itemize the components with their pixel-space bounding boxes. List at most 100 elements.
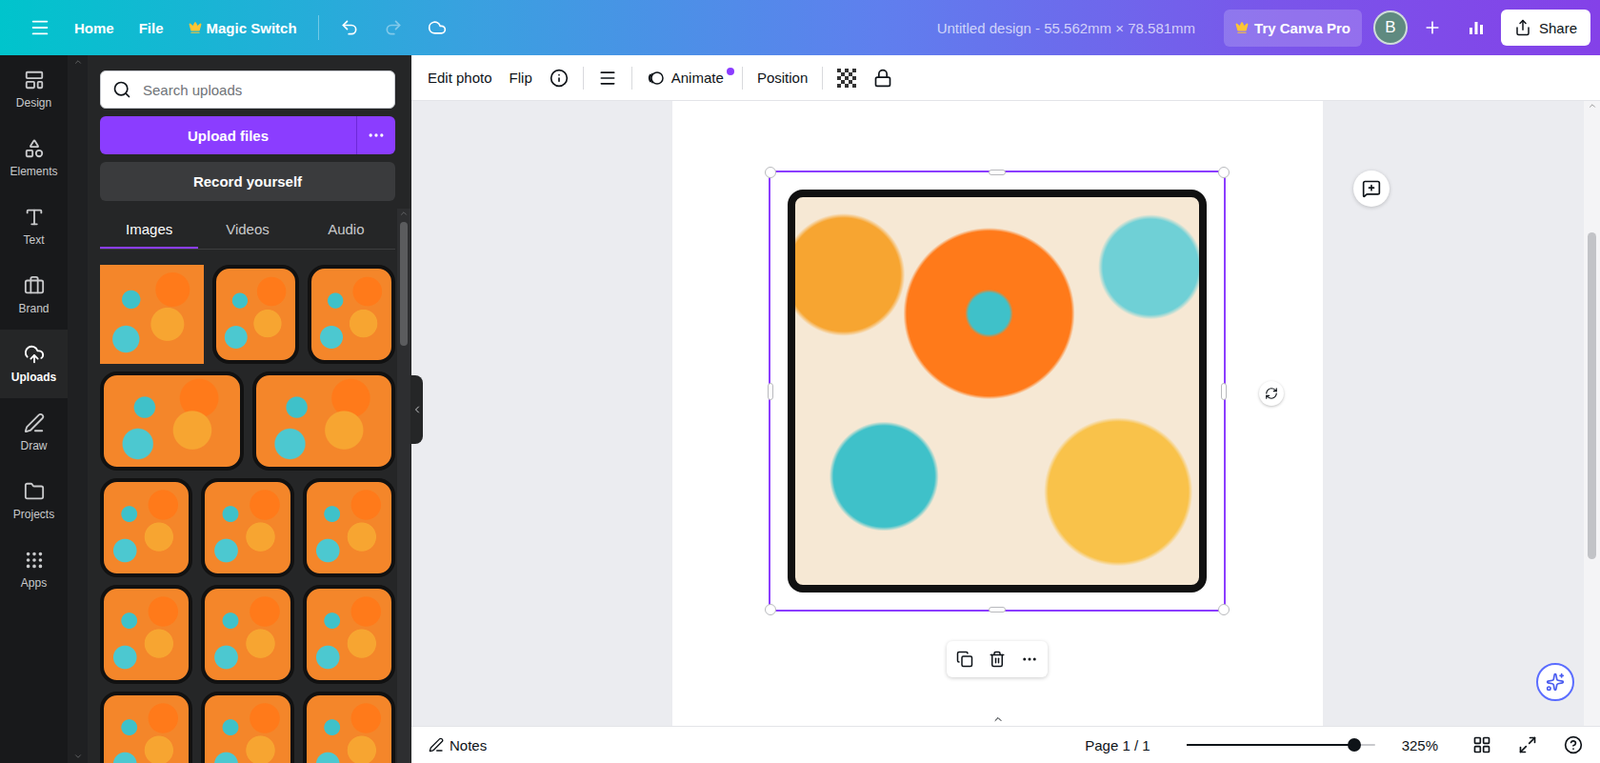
add-comment-button[interactable]: [1353, 170, 1390, 207]
main-menu-button[interactable]: [20, 8, 60, 47]
upload-thumbnail[interactable]: [302, 691, 396, 763]
upload-thumbnail[interactable]: [200, 691, 294, 763]
notes-icon: [428, 737, 444, 753]
info-icon: [549, 68, 569, 88]
rail-item[interactable]: Brand: [0, 260, 68, 330]
design-page[interactable]: [672, 100, 1323, 726]
comment-icon: [1361, 179, 1381, 199]
position-button[interactable]: Position: [750, 62, 815, 93]
transparency-icon: [837, 68, 857, 88]
redo-button[interactable]: [374, 8, 413, 47]
resize-handle[interactable]: [764, 603, 777, 616]
insights-icon: [1466, 18, 1486, 38]
share-button[interactable]: Share: [1500, 9, 1591, 46]
save-status-button[interactable]: [418, 8, 457, 47]
info-button[interactable]: [542, 61, 576, 95]
zoom-slider-thumb[interactable]: [1347, 738, 1361, 752]
resize-handle[interactable]: [1218, 603, 1230, 616]
resize-handle[interactable]: [764, 166, 777, 179]
resize-handle[interactable]: [988, 169, 1006, 176]
invite-button[interactable]: [1413, 8, 1452, 47]
user-avatar[interactable]: B: [1373, 10, 1408, 45]
media-tab[interactable]: Images: [100, 213, 199, 249]
grid-icon: [1472, 735, 1492, 755]
upload-thumbnail[interactable]: [100, 584, 193, 684]
duplicate-button[interactable]: [949, 643, 980, 675]
grid-view-button[interactable]: [1462, 725, 1501, 763]
upload-thumbnail[interactable]: [212, 264, 300, 364]
scroll-up-icon: [399, 208, 409, 219]
upload-thumbnail[interactable]: [307, 264, 396, 364]
rail-scrollbar[interactable]: [67, 55, 88, 763]
rail-item[interactable]: Projects: [0, 466, 68, 536]
zoom-level[interactable]: 325%: [1401, 737, 1439, 754]
delete-button[interactable]: [981, 643, 1013, 675]
try-pro-button[interactable]: Try Canva Pro: [1223, 9, 1362, 47]
design-title[interactable]: Untitled design - 55.562mm × 78.581mm: [937, 20, 1196, 37]
resize-handle[interactable]: [1218, 166, 1230, 179]
rail-item[interactable]: Design: [0, 55, 68, 124]
search-input[interactable]: [140, 80, 383, 100]
fullscreen-icon: [1518, 735, 1538, 755]
resize-handle[interactable]: [988, 606, 1006, 613]
rail-item[interactable]: Apps: [0, 535, 68, 604]
resize-handle[interactable]: [767, 382, 774, 400]
new-badge: [726, 67, 735, 76]
side-rail: DesignElementsTextBrandUploadsDrawProjec…: [0, 55, 68, 763]
redo-icon: [383, 18, 403, 38]
upload-thumbnail[interactable]: [100, 691, 193, 763]
upload-thumbnail[interactable]: [302, 478, 396, 578]
rail-item[interactable]: Draw: [0, 398, 68, 467]
magic-assistant-button[interactable]: [1536, 662, 1575, 701]
notes-button[interactable]: Notes: [422, 736, 493, 755]
scroll-up-icon: [73, 57, 83, 67]
collapse-panel-button[interactable]: [411, 375, 423, 444]
border-style-button[interactable]: [591, 61, 624, 95]
rail-icon: [23, 275, 45, 297]
upload-more-button[interactable]: [356, 116, 396, 155]
animate-button[interactable]: Animate: [640, 61, 735, 95]
file-menu[interactable]: File: [129, 12, 174, 44]
fullscreen-button[interactable]: [1508, 725, 1547, 763]
upload-thumbnail[interactable]: [252, 371, 397, 471]
show-pages-button[interactable]: [964, 712, 1032, 726]
rail-item[interactable]: Uploads: [0, 329, 68, 399]
more-button[interactable]: [1014, 643, 1045, 675]
divider: [318, 15, 320, 40]
rail-icon: [23, 343, 45, 365]
share-icon: [1514, 19, 1532, 37]
media-tab[interactable]: Audio: [297, 213, 396, 249]
animate-icon: [646, 68, 666, 88]
upload-thumbnail[interactable]: [200, 478, 294, 578]
rail-item[interactable]: Elements: [0, 123, 68, 193]
upload-row: [100, 478, 396, 578]
edit-photo-button[interactable]: Edit photo: [420, 62, 500, 93]
record-yourself-button[interactable]: Record yourself: [100, 161, 396, 201]
upload-thumbnail[interactable]: [100, 264, 204, 364]
image-element[interactable]: [768, 170, 1226, 612]
media-tab[interactable]: Videos: [198, 213, 297, 249]
letter-image: [787, 189, 1207, 593]
undo-button[interactable]: [330, 8, 369, 47]
upload-thumbnail[interactable]: [302, 584, 396, 684]
upload-thumbnail[interactable]: [100, 371, 244, 471]
home-button[interactable]: Home: [64, 12, 124, 44]
transparency-button[interactable]: [830, 61, 863, 95]
magic-switch-button[interactable]: Magic Switch: [179, 12, 307, 44]
bottom-bar: Notes Page 1 / 1 325%: [411, 725, 1600, 763]
upload-thumbnail[interactable]: [200, 584, 294, 684]
rail-item[interactable]: Text: [0, 192, 68, 261]
flip-button[interactable]: Flip: [502, 62, 540, 93]
search-field[interactable]: [100, 70, 396, 109]
upload-thumbnail[interactable]: [100, 478, 193, 578]
zoom-slider[interactable]: [1186, 737, 1376, 753]
help-button[interactable]: [1554, 725, 1593, 763]
rotate-handle[interactable]: [1259, 380, 1284, 406]
upload-files-button[interactable]: Upload files: [100, 116, 357, 155]
canvas-scrollbar[interactable]: [1583, 100, 1600, 726]
resize-handle[interactable]: [1220, 382, 1227, 400]
insights-button[interactable]: [1457, 8, 1496, 47]
lock-button[interactable]: [866, 61, 900, 95]
panel-scrollbar[interactable]: [397, 208, 411, 763]
page-indicator[interactable]: Page 1 / 1: [1084, 737, 1150, 754]
